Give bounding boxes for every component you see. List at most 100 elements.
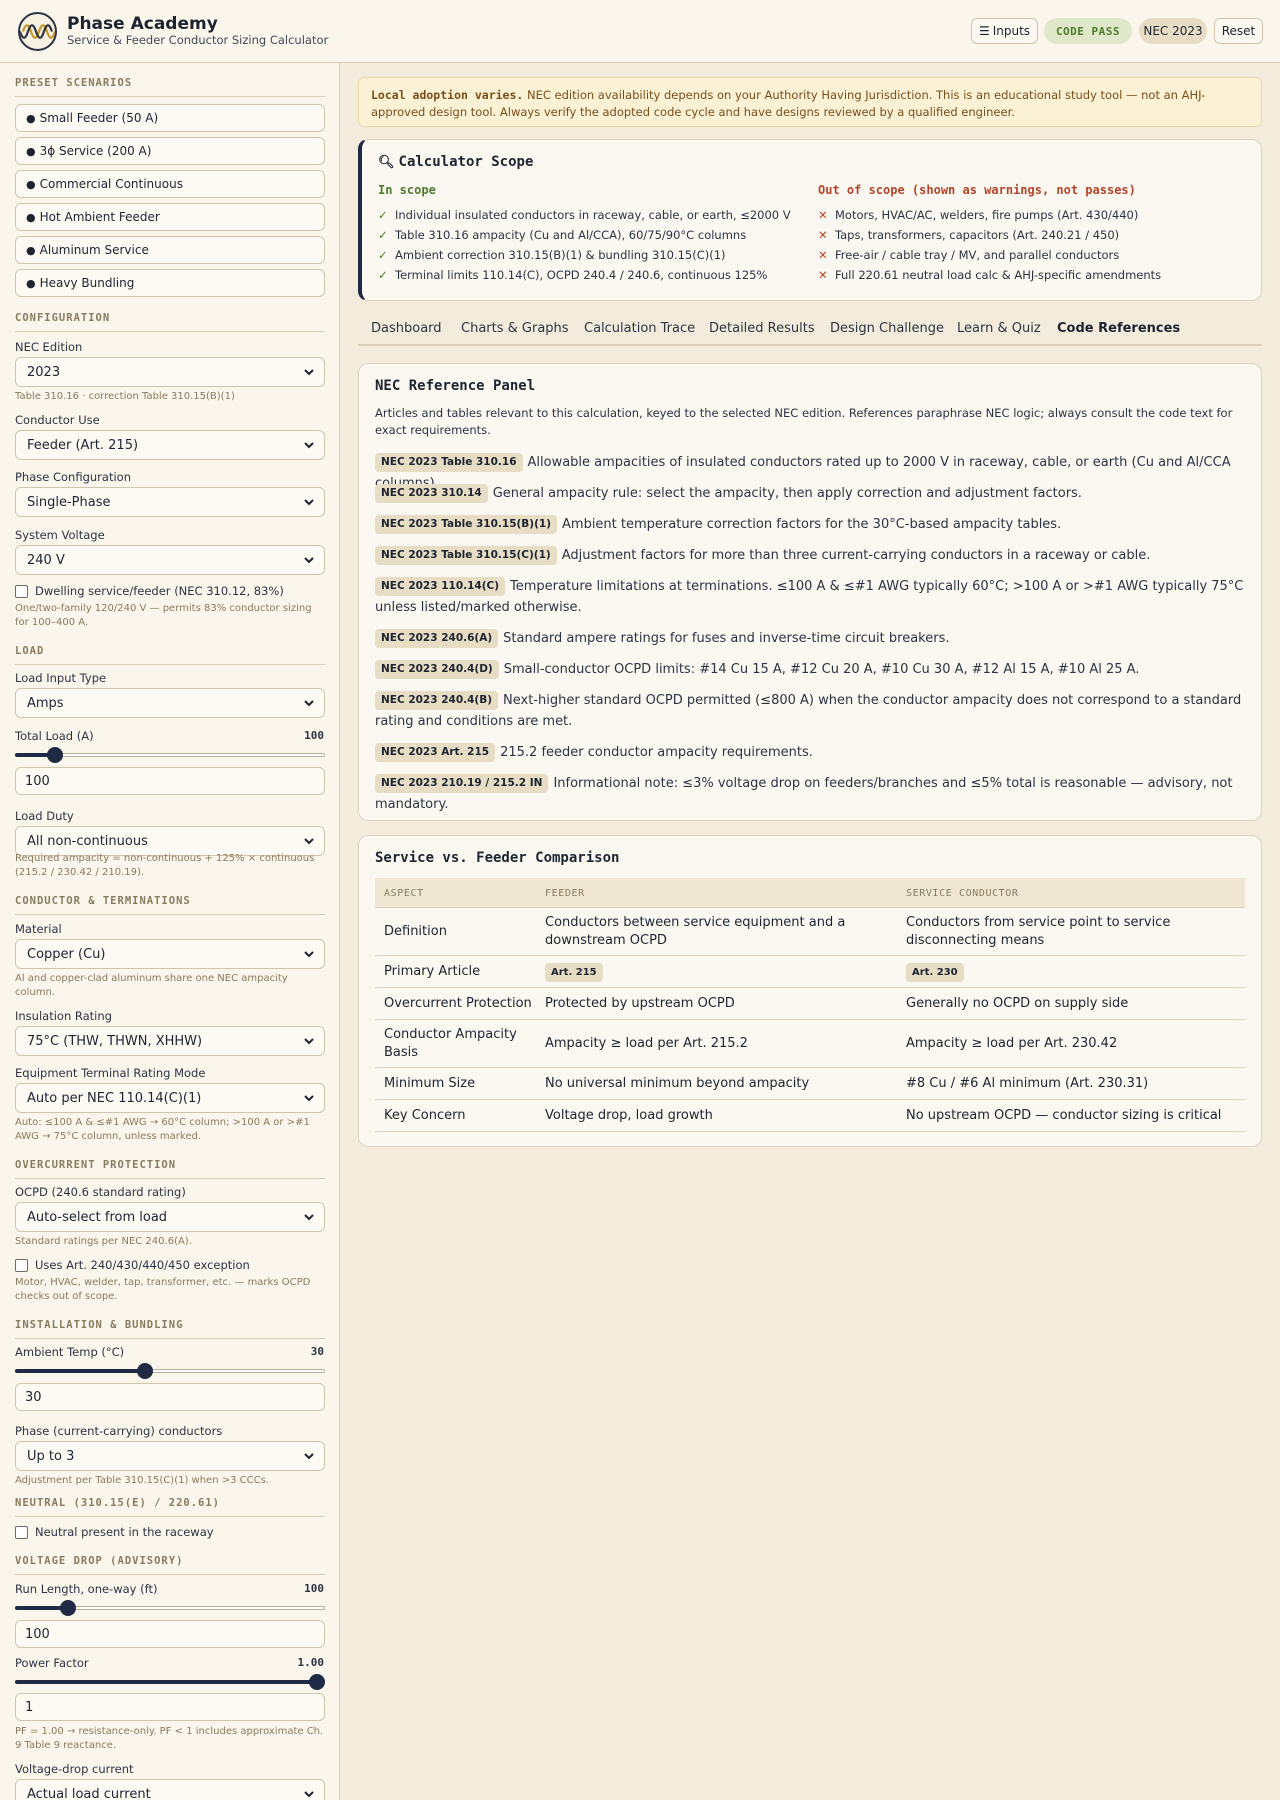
logo-icon [18, 12, 57, 51]
ambient-temp-slider[interactable] [15, 1362, 325, 1380]
vd-current-select[interactable]: Actual load current [15, 1779, 325, 1800]
tab-dashboard[interactable]: Dashboard [371, 321, 442, 336]
ccc-select[interactable]: Up to 3 [15, 1441, 325, 1471]
total-load-input[interactable]: 100 [15, 767, 325, 795]
service-cell: #8 Cu / #6 Al minimum (Art. 230.31) [906, 1076, 1149, 1091]
material-label: Material [15, 922, 62, 936]
out-scope-title: Out of scope (shown as warnings, not pas… [818, 183, 1136, 197]
dwelling-hint: One/two-family 120/240 V — permits 83% c… [15, 603, 312, 628]
preset-small-feeder[interactable]: ● Small Feeder (50 A) [15, 104, 325, 132]
dwelling-checkbox[interactable] [15, 585, 28, 598]
material-select[interactable]: Copper (Cu) [15, 939, 325, 969]
feeder-cell: Protected by upstream OCPD [545, 996, 735, 1011]
slider-thumb[interactable] [47, 747, 64, 763]
bullet-icon: ● [26, 243, 36, 257]
terminal-mode-select[interactable]: Auto per NEC 110.14(C)(1) [15, 1083, 325, 1113]
power-factor-label: Power Factor [15, 1656, 89, 1670]
reference-item: NEC 2023 110.14(C) Temperature limitation… [375, 576, 1245, 618]
aspect-cell: Key Concern [384, 1108, 466, 1123]
aspect-cell: Primary Article [384, 964, 481, 979]
nec-edition-select[interactable]: 2023 [15, 357, 325, 387]
preset-aluminum-service[interactable]: ● Aluminum Service [15, 236, 325, 264]
neutral-checkbox[interactable] [15, 1526, 28, 1539]
tab-code-references[interactable]: Code References [1057, 321, 1180, 336]
reference-description: Articles and tables relevant to this cal… [375, 406, 1233, 437]
out-scope-item: ✕ Motors, HVAC/AC, welders, fire pumps (A… [818, 208, 1139, 222]
code-badge: NEC 2023 Table 310.15(B)(1) [375, 515, 558, 534]
service-cell: Conductors from service point to service… [906, 915, 1171, 948]
slider-thumb[interactable] [137, 1363, 154, 1379]
reference-text: 215.2 feeder conductor ampacity requirem… [500, 745, 813, 760]
select-value: Copper (Cu) [27, 946, 106, 962]
load-input-type-select[interactable]: Amps [15, 688, 325, 718]
power-factor-slider[interactable] [15, 1673, 325, 1691]
run-length-input[interactable]: 100 [15, 1620, 325, 1648]
preset-heavy-bundling[interactable]: ● Heavy Bundling [15, 269, 325, 297]
preset-label: 3ϕ Service (200 A) [39, 144, 152, 158]
inputs-sidebar: PRESET SCENARIOS ● Small Feeder (50 A) ● 3… [0, 63, 340, 1800]
brand-title: Phase Academy [67, 14, 218, 34]
preset-label: Small Feeder (50 A) [39, 111, 159, 125]
slider-thumb[interactable] [309, 1674, 325, 1690]
neutral-checkbox-label: Neutral present in the raceway [35, 1525, 214, 1539]
bullet-icon: ● [26, 111, 36, 125]
phase-config-select[interactable]: Single-Phase [15, 487, 325, 517]
insulation-label: Insulation Rating [15, 1009, 112, 1023]
preset-hot-ambient[interactable]: ● Hot Ambient Feeder [15, 203, 325, 231]
aspect-cell: Definition [384, 924, 447, 939]
chevron-down-icon [304, 951, 314, 958]
in-scope-item: ✓ Terminal limits 110.14(C), OCPD 240.4 /… [378, 268, 768, 282]
cross-icon: ✕ [818, 268, 828, 282]
tab-charts[interactable]: Charts & Graphs [461, 321, 569, 336]
preset-label: Heavy Bundling [39, 276, 135, 290]
section-title-configuration: CONFIGURATION [15, 312, 325, 332]
main-tabs: Dashboard Charts & Graphs Calculation Tr… [358, 318, 1262, 346]
total-load-slider[interactable] [15, 746, 325, 764]
total-load-label: Total Load (A) [15, 729, 94, 743]
service-cell: Art. 230 [906, 963, 964, 982]
section-title-installation: INSTALLATION & BUNDLING [15, 1319, 325, 1339]
select-value: Up to 3 [27, 1448, 75, 1464]
table-row: Overcurrent Protection Protected by upst… [375, 988, 1245, 1020]
tab-calculation-trace[interactable]: Calculation Trace [584, 321, 695, 336]
out-scope-item: ✕ Free-air / cable tray / MV, and paralle… [818, 248, 1120, 262]
select-value: Single-Phase [27, 494, 111, 510]
reference-text: Next-higher standard OCPD permitted (≤80… [375, 693, 1242, 729]
ocpd-exception-checkbox[interactable] [15, 1259, 28, 1272]
ambient-temp-input[interactable]: 30 [15, 1383, 325, 1411]
vd-current-label: Voltage-drop current [15, 1762, 134, 1776]
ocpd-hint: Standard ratings per NEC 240.6(A). [15, 1236, 192, 1247]
tab-design-challenge[interactable]: Design Challenge [830, 321, 944, 336]
slider-thumb[interactable] [59, 1600, 76, 1616]
tab-learn-quiz[interactable]: Learn & Quiz [957, 321, 1041, 336]
feeder-cell: Conductors between service equipment and… [545, 915, 846, 948]
run-length-slider[interactable] [15, 1599, 325, 1617]
insulation-select[interactable]: 75°C (THW, THWN, XHHW) [15, 1026, 325, 1056]
phase-config-label: Phase Configuration [15, 470, 131, 484]
code-badge: NEC 2023 Table 310.15(C)(1) [375, 546, 557, 565]
out-scope-item: ✕ Taps, transformers, capacitors (Art. 24… [818, 228, 1120, 242]
preset-commercial-continuous[interactable]: ● Commercial Continuous [15, 170, 325, 198]
tab-detailed-results[interactable]: Detailed Results [709, 321, 815, 336]
chevron-down-icon [304, 1453, 314, 1460]
system-voltage-select[interactable]: 240 V [15, 545, 325, 575]
cross-icon: ✕ [818, 248, 828, 262]
select-value: Auto-select from load [27, 1209, 168, 1225]
chevron-down-icon [304, 700, 314, 707]
ocpd-select[interactable]: Auto-select from load [15, 1202, 325, 1232]
ocpd-exception-hint: Motor, HVAC, welder, tap, transformer, e… [15, 1277, 311, 1302]
in-scope-item: ✓ Ambient correction 310.15(B)(1) & bundl… [378, 248, 726, 262]
power-factor-input[interactable]: 1 [15, 1693, 325, 1721]
conductor-use-select[interactable]: Feeder (Art. 215) [15, 430, 325, 460]
reference-text: Standard ampere ratings for fuses and in… [503, 631, 950, 646]
select-value: 75°C (THW, THWN, XHHW) [27, 1033, 203, 1049]
power-factor-readout: 1.00 [297, 1656, 325, 1669]
table-row: Definition Conductors between service eq… [375, 908, 1245, 956]
inputs-button[interactable]: ☰ Inputs [971, 18, 1038, 44]
reference-text: Adjustment factors for more than three c… [561, 548, 1151, 563]
preset-3phase-service[interactable]: ● 3ϕ Service (200 A) [15, 137, 325, 165]
table-row: Minimum Size No universal minimum beyond… [375, 1068, 1245, 1100]
reset-button[interactable]: Reset [1214, 18, 1263, 44]
code-badge: NEC 2023 210.19 / 215.2 IN [375, 774, 549, 793]
bullet-icon: ● [26, 276, 36, 290]
